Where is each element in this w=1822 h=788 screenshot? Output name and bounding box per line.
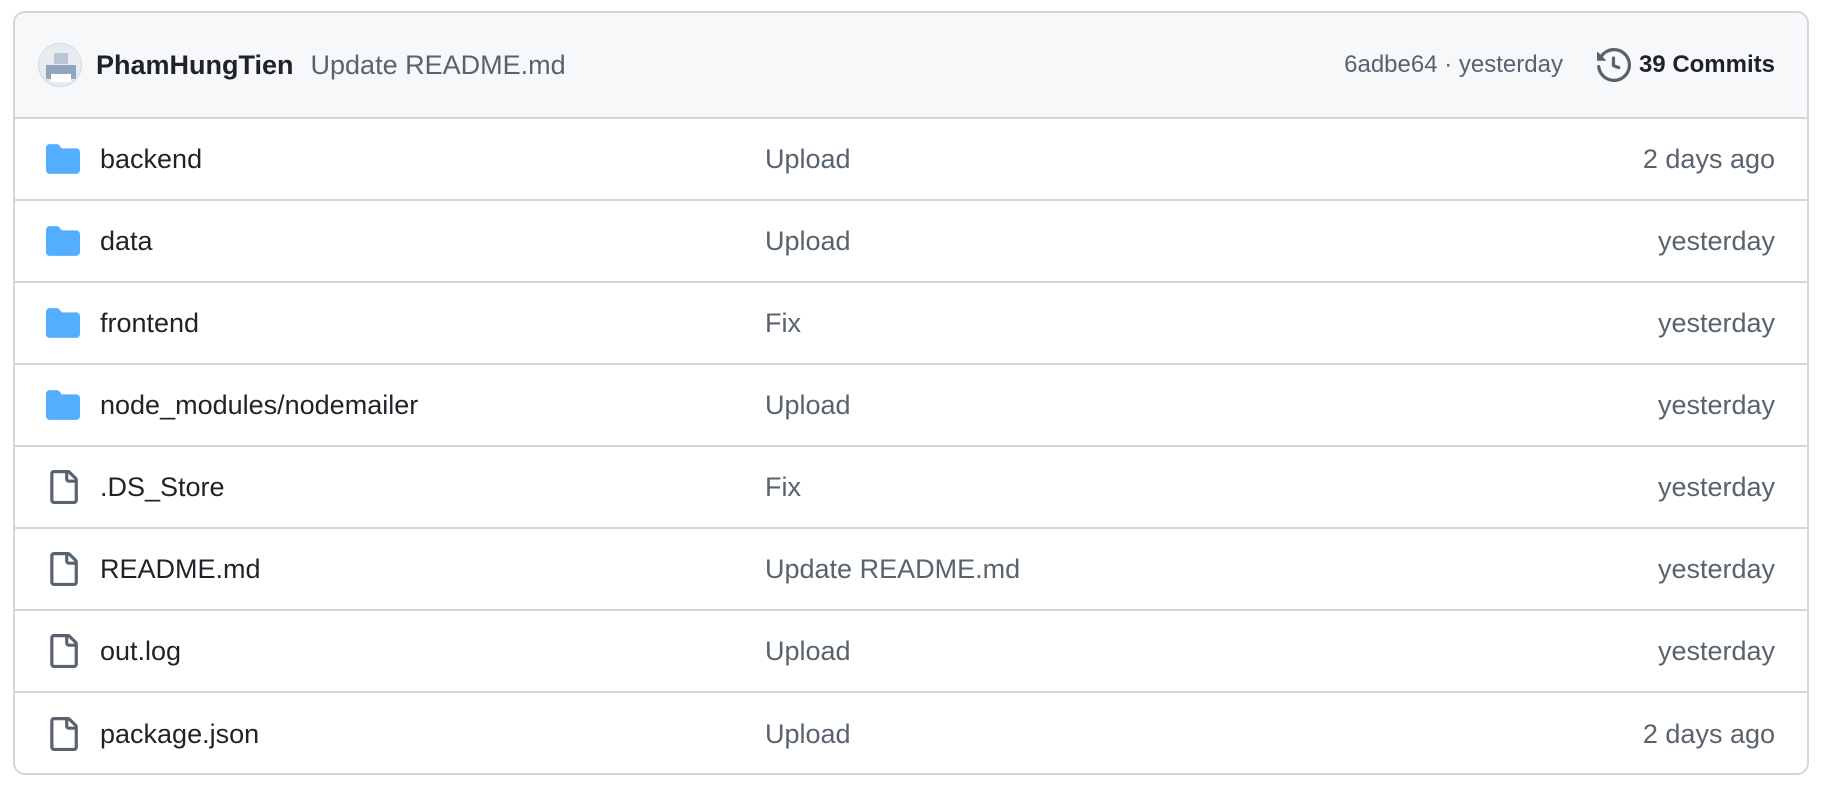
file-commit-age: yesterday [1657,225,1775,256]
file-name-link[interactable]: data [100,226,153,257]
file-commit-message-link[interactable]: Upload [765,636,851,667]
file-row[interactable]: backend Upload 2 days ago [15,119,1807,201]
file-name-link[interactable]: package.json [100,719,259,750]
file-list-box: PhamHungTien Update README.md 6adbe64 · … [13,11,1809,775]
file-commit-message-link[interactable]: Fix [765,472,801,503]
file-row[interactable]: .DS_Store Fix yesterday [15,447,1807,529]
file-row[interactable]: data Upload yesterday [15,201,1807,283]
folder-icon [46,390,80,420]
commits-count-label: 39 Commits [1638,51,1775,78]
file-name-link[interactable]: node_modules/nodemailer [100,390,418,421]
file-commit-age: 2 days ago [1642,718,1775,749]
file-commit-message-link[interactable]: Upload [765,719,851,750]
file-commit-age: 2 days ago [1642,143,1775,174]
file-table: backend Upload 2 days ago data Upload yesterd… [15,119,1807,773]
file-icon [50,717,78,751]
file-icon [50,470,78,504]
file-commit-age: yesterday [1657,307,1775,338]
file-name-link[interactable]: README.md [100,554,261,585]
file-name-link[interactable]: .DS_Store [100,472,225,503]
file-name-link[interactable]: backend [100,144,202,175]
latest-commit-header: PhamHungTien Update README.md 6adbe64 · … [15,13,1807,119]
folder-icon [46,308,80,338]
file-commit-age: yesterday [1657,635,1775,666]
commits-history-link[interactable]: 39 Commits [1596,48,1775,82]
file-commit-message-link[interactable]: Upload [765,144,851,175]
commit-sha-time[interactable]: 6adbe64 · yesterday [1344,51,1563,79]
latest-commit-message[interactable]: Update README.md [311,50,566,81]
avatar[interactable] [38,43,82,87]
file-commit-age: yesterday [1657,389,1775,420]
file-row[interactable]: node_modules/nodemailer Upload yesterday [15,365,1807,447]
commit-author[interactable]: PhamHungTien [96,50,294,81]
file-commit-message-link[interactable]: Fix [765,308,801,339]
history-icon [1596,48,1631,82]
file-row[interactable]: out.log Upload yesterday [15,611,1807,693]
file-commit-message-link[interactable]: Upload [765,226,851,257]
folder-icon [46,226,80,256]
file-row[interactable]: package.json Upload 2 days ago [15,693,1807,773]
file-commit-age: yesterday [1657,553,1775,584]
file-name-link[interactable]: frontend [100,308,199,339]
file-row[interactable]: frontend Fix yesterday [15,283,1807,365]
folder-icon [46,144,80,174]
file-commit-age: yesterday [1657,471,1775,502]
file-commit-message-link[interactable]: Upload [765,390,851,421]
file-name-link[interactable]: out.log [100,636,181,667]
file-icon [50,634,78,668]
file-icon [50,552,78,586]
file-row[interactable]: README.md Update README.md yesterday [15,529,1807,611]
avatar-image [39,44,81,86]
file-commit-message-link[interactable]: Update README.md [765,554,1020,585]
